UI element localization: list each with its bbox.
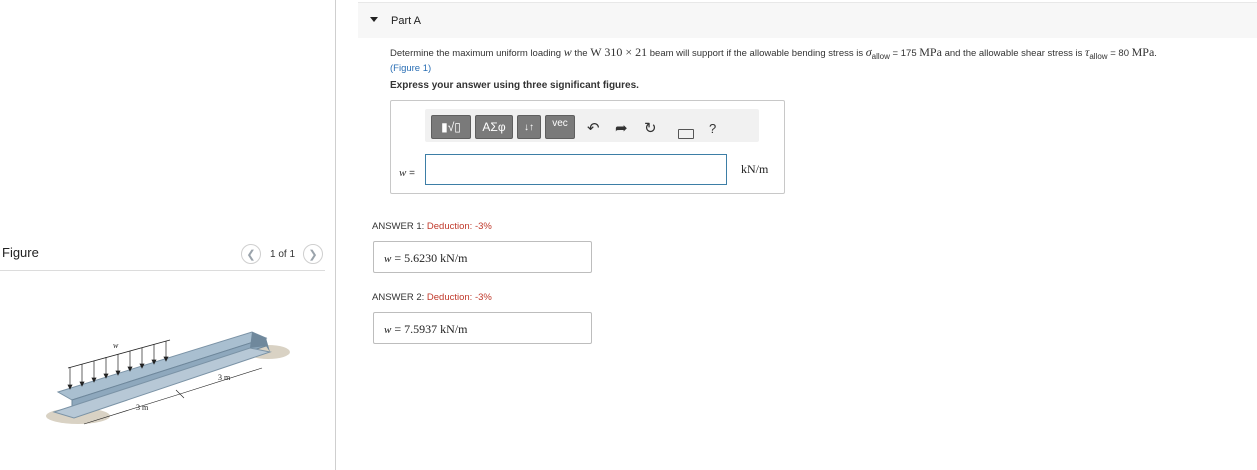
redo-icon[interactable]: ➦ xyxy=(615,119,628,137)
answer-1-number: 5.6230 xyxy=(404,251,438,265)
question-text: Determine the maximum uniform loading w … xyxy=(390,46,1255,75)
span-label-2: 3 m xyxy=(218,373,231,382)
question-the: the xyxy=(574,48,588,59)
figure-link[interactable]: (Figure 1) xyxy=(390,63,431,74)
answer-2-eq: = xyxy=(394,322,402,336)
pane-divider xyxy=(335,0,336,470)
tau-value: 80 xyxy=(1118,48,1129,59)
question-beam-text: beam will support if the allowable bendi… xyxy=(649,48,864,59)
question-intro: Determine the maximum uniform loading xyxy=(390,48,562,59)
load-label: w xyxy=(113,341,119,350)
tau-equals: = xyxy=(1110,48,1116,59)
answer-2-box: w = 7.5937 kN/m xyxy=(373,312,592,344)
greek-label: ΑΣφ xyxy=(482,120,506,134)
templates-button[interactable]: ▮√▯ xyxy=(431,115,471,139)
chevron-left-icon: ❮ xyxy=(246,248,256,261)
caret-down-icon[interactable] xyxy=(370,17,378,22)
answer-1-unit: kN/m xyxy=(440,251,468,265)
answer-input[interactable] xyxy=(425,154,727,185)
chevron-right-icon: ❯ xyxy=(308,248,318,261)
dim-tick xyxy=(175,389,185,399)
answer-1-var: w xyxy=(384,253,392,265)
answer-2-deduction: Deduction: -3% xyxy=(426,292,492,303)
part-title: Part A xyxy=(391,15,421,27)
prev-figure-button[interactable]: ❮ xyxy=(241,244,261,264)
greek-button[interactable]: ΑΣφ xyxy=(475,115,513,139)
sigma-equals: = xyxy=(892,48,899,59)
instruction-text: Express your answer using three signific… xyxy=(390,80,639,91)
answer-1-value: w = 5.6230 kN/m xyxy=(384,251,467,266)
question-end: . xyxy=(1154,48,1157,59)
vec-button[interactable]: vec xyxy=(545,115,575,139)
beam-figure: w 3 m 3 m xyxy=(46,331,290,425)
sigma-subscript: allow xyxy=(871,51,890,61)
arrows-icon: ↓↑ xyxy=(524,121,534,133)
beam-shape: W 310 × 21 xyxy=(590,45,648,59)
reset-icon[interactable]: ↻ xyxy=(644,119,657,137)
question-variable: w xyxy=(563,45,572,59)
math-toolbar: ▮√▯ ΑΣφ ↓↑ vec ↶ ➦ ↻ ? xyxy=(425,109,759,142)
input-var: w xyxy=(399,167,407,179)
figure-divider xyxy=(0,270,325,271)
answer-1-deduction: Deduction: -3% xyxy=(426,221,492,232)
question-and-text: and the allowable shear stress is xyxy=(944,48,1083,59)
answer-2-label: ANSWER 2: Deduction: -3% xyxy=(372,292,492,303)
answer-1-box: w = 5.6230 kN/m xyxy=(373,241,592,273)
input-label: w = xyxy=(399,167,415,179)
figure-pager: ❮ 1 of 1 ❯ xyxy=(241,244,324,264)
help-icon[interactable]: ? xyxy=(709,121,716,136)
keyboard-icon[interactable] xyxy=(678,129,694,139)
sigma-unit: MPa xyxy=(919,45,942,59)
answer-1-title: ANSWER 1: xyxy=(372,221,425,232)
tau-unit: MPa xyxy=(1131,45,1155,59)
pager-count: 1 of 1 xyxy=(270,248,296,260)
answer-2-unit: kN/m xyxy=(440,322,468,336)
part-header[interactable]: Part A xyxy=(358,2,1257,38)
answer-2-var: w xyxy=(384,324,392,336)
figure-title: Figure xyxy=(2,245,39,260)
tau-subscript: allow xyxy=(1089,51,1108,61)
templates-icon: ▮√▯ xyxy=(441,120,461,134)
next-figure-button[interactable]: ❯ xyxy=(303,244,324,264)
figure-panel: Figure ❮ 1 of 1 ❯ w 3 m 3 m xyxy=(0,0,336,470)
undo-icon[interactable]: ↶ xyxy=(587,119,600,137)
answer-entry-box: ▮√▯ ΑΣφ ↓↑ vec ↶ ➦ ↻ ? w = kN/m xyxy=(390,100,785,194)
answer-2-title: ANSWER 2: xyxy=(372,292,425,303)
arrows-button[interactable]: ↓↑ xyxy=(517,115,541,139)
span-label-1: 3 m xyxy=(136,403,149,412)
vec-label: vec xyxy=(552,118,568,129)
sigma-value: 175 xyxy=(900,48,917,59)
answer-1-label: ANSWER 1: Deduction: -3% xyxy=(372,221,492,232)
input-eq: = xyxy=(409,168,415,179)
answer-unit: kN/m xyxy=(741,162,769,176)
answer-2-value: w = 7.5937 kN/m xyxy=(384,322,467,337)
answer-2-number: 7.5937 xyxy=(404,322,438,336)
answer-1-eq: = xyxy=(394,251,402,265)
